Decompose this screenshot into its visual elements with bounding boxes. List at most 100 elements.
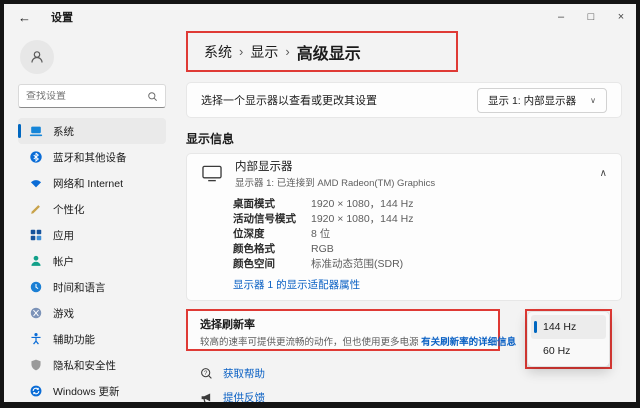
feedback-icon	[200, 391, 213, 403]
settings-window: ← 设置 – □ ×	[4, 4, 636, 402]
search-box[interactable]	[18, 84, 166, 108]
chevron-up-icon[interactable]: ∧	[600, 168, 607, 179]
get-help-label: 获取帮助	[223, 366, 265, 381]
sidebar: 系统 蓝牙和其他设备 网络和 Internet	[4, 30, 176, 402]
refresh-rate-row: 选择刷新率 较高的速率可提供更流畅的动作，但也使用更多电源 有关刷新率的详细信息…	[186, 309, 622, 355]
wifi-icon	[28, 176, 43, 191]
sidebar-item-network[interactable]: 网络和 Internet	[18, 170, 166, 196]
sidebar-item-system[interactable]: 系统	[18, 118, 166, 144]
refresh-rate-subtitle-text: 较高的速率可提供更流畅的动作，但也使用更多电源	[200, 337, 421, 348]
xbox-icon	[28, 306, 43, 321]
update-icon	[28, 384, 43, 399]
sidebar-item-label: 辅助功能	[53, 332, 95, 347]
sidebar-item-privacy[interactable]: 隐私和安全性	[18, 352, 166, 378]
annotation-box-dropdown: 144 Hz 60 Hz	[525, 309, 612, 369]
refresh-rate-subtitle: 较高的速率可提供更流畅的动作，但也使用更多电源 有关刷新率的详细信息	[200, 334, 498, 348]
apps-icon	[28, 228, 43, 243]
info-value: 8 位	[311, 226, 330, 241]
maximize-button[interactable]: □	[576, 4, 606, 30]
sidebar-item-label: Windows 更新	[53, 384, 120, 399]
bluetooth-icon	[28, 150, 43, 165]
refresh-rate-info-link[interactable]: 有关刷新率的详细信息	[421, 337, 516, 348]
info-row-signal-mode: 活动信号模式 1920 × 1080，144 Hz	[233, 211, 607, 226]
display-selector-label: 选择一个显示器以查看或更改其设置	[201, 92, 377, 108]
dropdown-option-60hz[interactable]: 60 Hz	[531, 339, 606, 363]
display-info-header[interactable]: 内部显示器 显示器 1: 已连接到 AMD Radeon(TM) Graphic…	[187, 154, 621, 192]
sidebar-item-label: 隐私和安全性	[53, 358, 116, 373]
info-value: 1920 × 1080，144 Hz	[311, 211, 413, 226]
annotation-box-breadcrumb: 系统 › 显示 › 高级显示	[186, 31, 458, 72]
feedback-link[interactable]: 提供反馈	[186, 385, 265, 402]
svg-text:?: ?	[204, 369, 208, 376]
screenshot-frame: ← 设置 – □ ×	[0, 0, 640, 408]
window-controls: – □ ×	[546, 4, 636, 30]
info-label: 桌面模式	[233, 196, 311, 211]
display-selector-value: 显示 1: 内部显示器	[488, 93, 576, 108]
brush-icon	[28, 202, 43, 217]
sidebar-item-personalization[interactable]: 个性化	[18, 196, 166, 222]
info-label: 颜色格式	[233, 241, 311, 256]
feedback-label: 提供反馈	[223, 390, 265, 403]
shield-icon	[28, 358, 43, 373]
accounts-icon	[28, 254, 43, 269]
annotation-box-refresh-rate: 选择刷新率 较高的速率可提供更流畅的动作，但也使用更多电源 有关刷新率的详细信息	[186, 309, 500, 351]
accessibility-icon	[28, 332, 43, 347]
sidebar-item-label: 网络和 Internet	[53, 176, 123, 191]
search-input[interactable]	[26, 91, 147, 102]
sidebar-item-label: 时间和语言	[53, 280, 106, 295]
info-row-desktop-mode: 桌面模式 1920 × 1080，144 Hz	[233, 196, 607, 211]
info-value: 标准动态范围(SDR)	[311, 256, 403, 271]
page-title: 高级显示	[297, 40, 361, 64]
info-label: 活动信号模式	[233, 211, 311, 226]
display-info-card: 内部显示器 显示器 1: 已连接到 AMD Radeon(TM) Graphic…	[186, 153, 622, 301]
info-row-bit-depth: 位深度 8 位	[233, 226, 607, 241]
sidebar-item-label: 蓝牙和其他设备	[53, 150, 127, 165]
sidebar-item-windows-update[interactable]: Windows 更新	[18, 378, 166, 402]
refresh-rate-title: 选择刷新率	[200, 316, 498, 332]
display-card-title: 内部显示器	[235, 158, 435, 174]
display-info-body: 桌面模式 1920 × 1080，144 Hz 活动信号模式 1920 × 10…	[187, 192, 621, 292]
person-icon	[29, 49, 45, 65]
sidebar-item-label: 应用	[53, 228, 74, 243]
refresh-rate-dropdown: 144 Hz 60 Hz	[527, 311, 610, 367]
display-adapter-properties-link[interactable]: 显示器 1 的显示适配器属性	[233, 277, 360, 292]
sidebar-item-accessibility[interactable]: 辅助功能	[18, 326, 166, 352]
dropdown-option-144hz[interactable]: 144 Hz	[531, 315, 606, 339]
chevron-down-icon: ∨	[590, 96, 596, 105]
back-icon[interactable]: ←	[18, 10, 31, 25]
info-label: 颜色空间	[233, 256, 311, 271]
avatar[interactable]	[20, 40, 54, 74]
minimize-button[interactable]: –	[546, 4, 576, 30]
breadcrumb-system[interactable]: 系统	[204, 42, 232, 62]
info-row-color-space: 颜色空间 标准动态范围(SDR)	[233, 256, 607, 271]
sidebar-item-apps[interactable]: 应用	[18, 222, 166, 248]
sidebar-item-label: 游戏	[53, 306, 74, 321]
clock-icon	[28, 280, 43, 295]
breadcrumb-separator: ›	[285, 44, 289, 59]
app-title: 设置	[51, 9, 73, 25]
sidebar-item-label: 个性化	[53, 202, 85, 217]
info-value: RGB	[311, 243, 334, 255]
display-selector-card: 选择一个显示器以查看或更改其设置 显示 1: 内部显示器 ∨	[186, 82, 622, 118]
system-icon	[28, 124, 43, 139]
breadcrumb-separator: ›	[239, 44, 243, 59]
info-label: 位深度	[233, 226, 311, 241]
info-value: 1920 × 1080，144 Hz	[311, 196, 413, 211]
sidebar-item-label: 帐户	[53, 254, 74, 269]
get-help-link[interactable]: ? 获取帮助	[186, 361, 265, 385]
sidebar-item-gaming[interactable]: 游戏	[18, 300, 166, 326]
sidebar-nav: 系统 蓝牙和其他设备 网络和 Internet	[18, 118, 166, 402]
display-card-subtitle: 显示器 1: 已连接到 AMD Radeon(TM) Graphics	[235, 175, 435, 189]
titlebar: ← 设置 – □ ×	[4, 4, 636, 30]
sidebar-item-accounts[interactable]: 帐户	[18, 248, 166, 274]
close-button[interactable]: ×	[606, 4, 636, 30]
sidebar-item-label: 系统	[53, 124, 74, 139]
search-icon	[147, 91, 158, 102]
display-selector-dropdown[interactable]: 显示 1: 内部显示器 ∨	[477, 88, 607, 113]
info-row-color-format: 颜色格式 RGB	[233, 241, 607, 256]
sidebar-item-time-language[interactable]: 时间和语言	[18, 274, 166, 300]
breadcrumb-display[interactable]: 显示	[250, 42, 278, 62]
get-help-icon: ?	[200, 367, 213, 380]
sidebar-item-bluetooth[interactable]: 蓝牙和其他设备	[18, 144, 166, 170]
monitor-icon	[201, 164, 223, 183]
